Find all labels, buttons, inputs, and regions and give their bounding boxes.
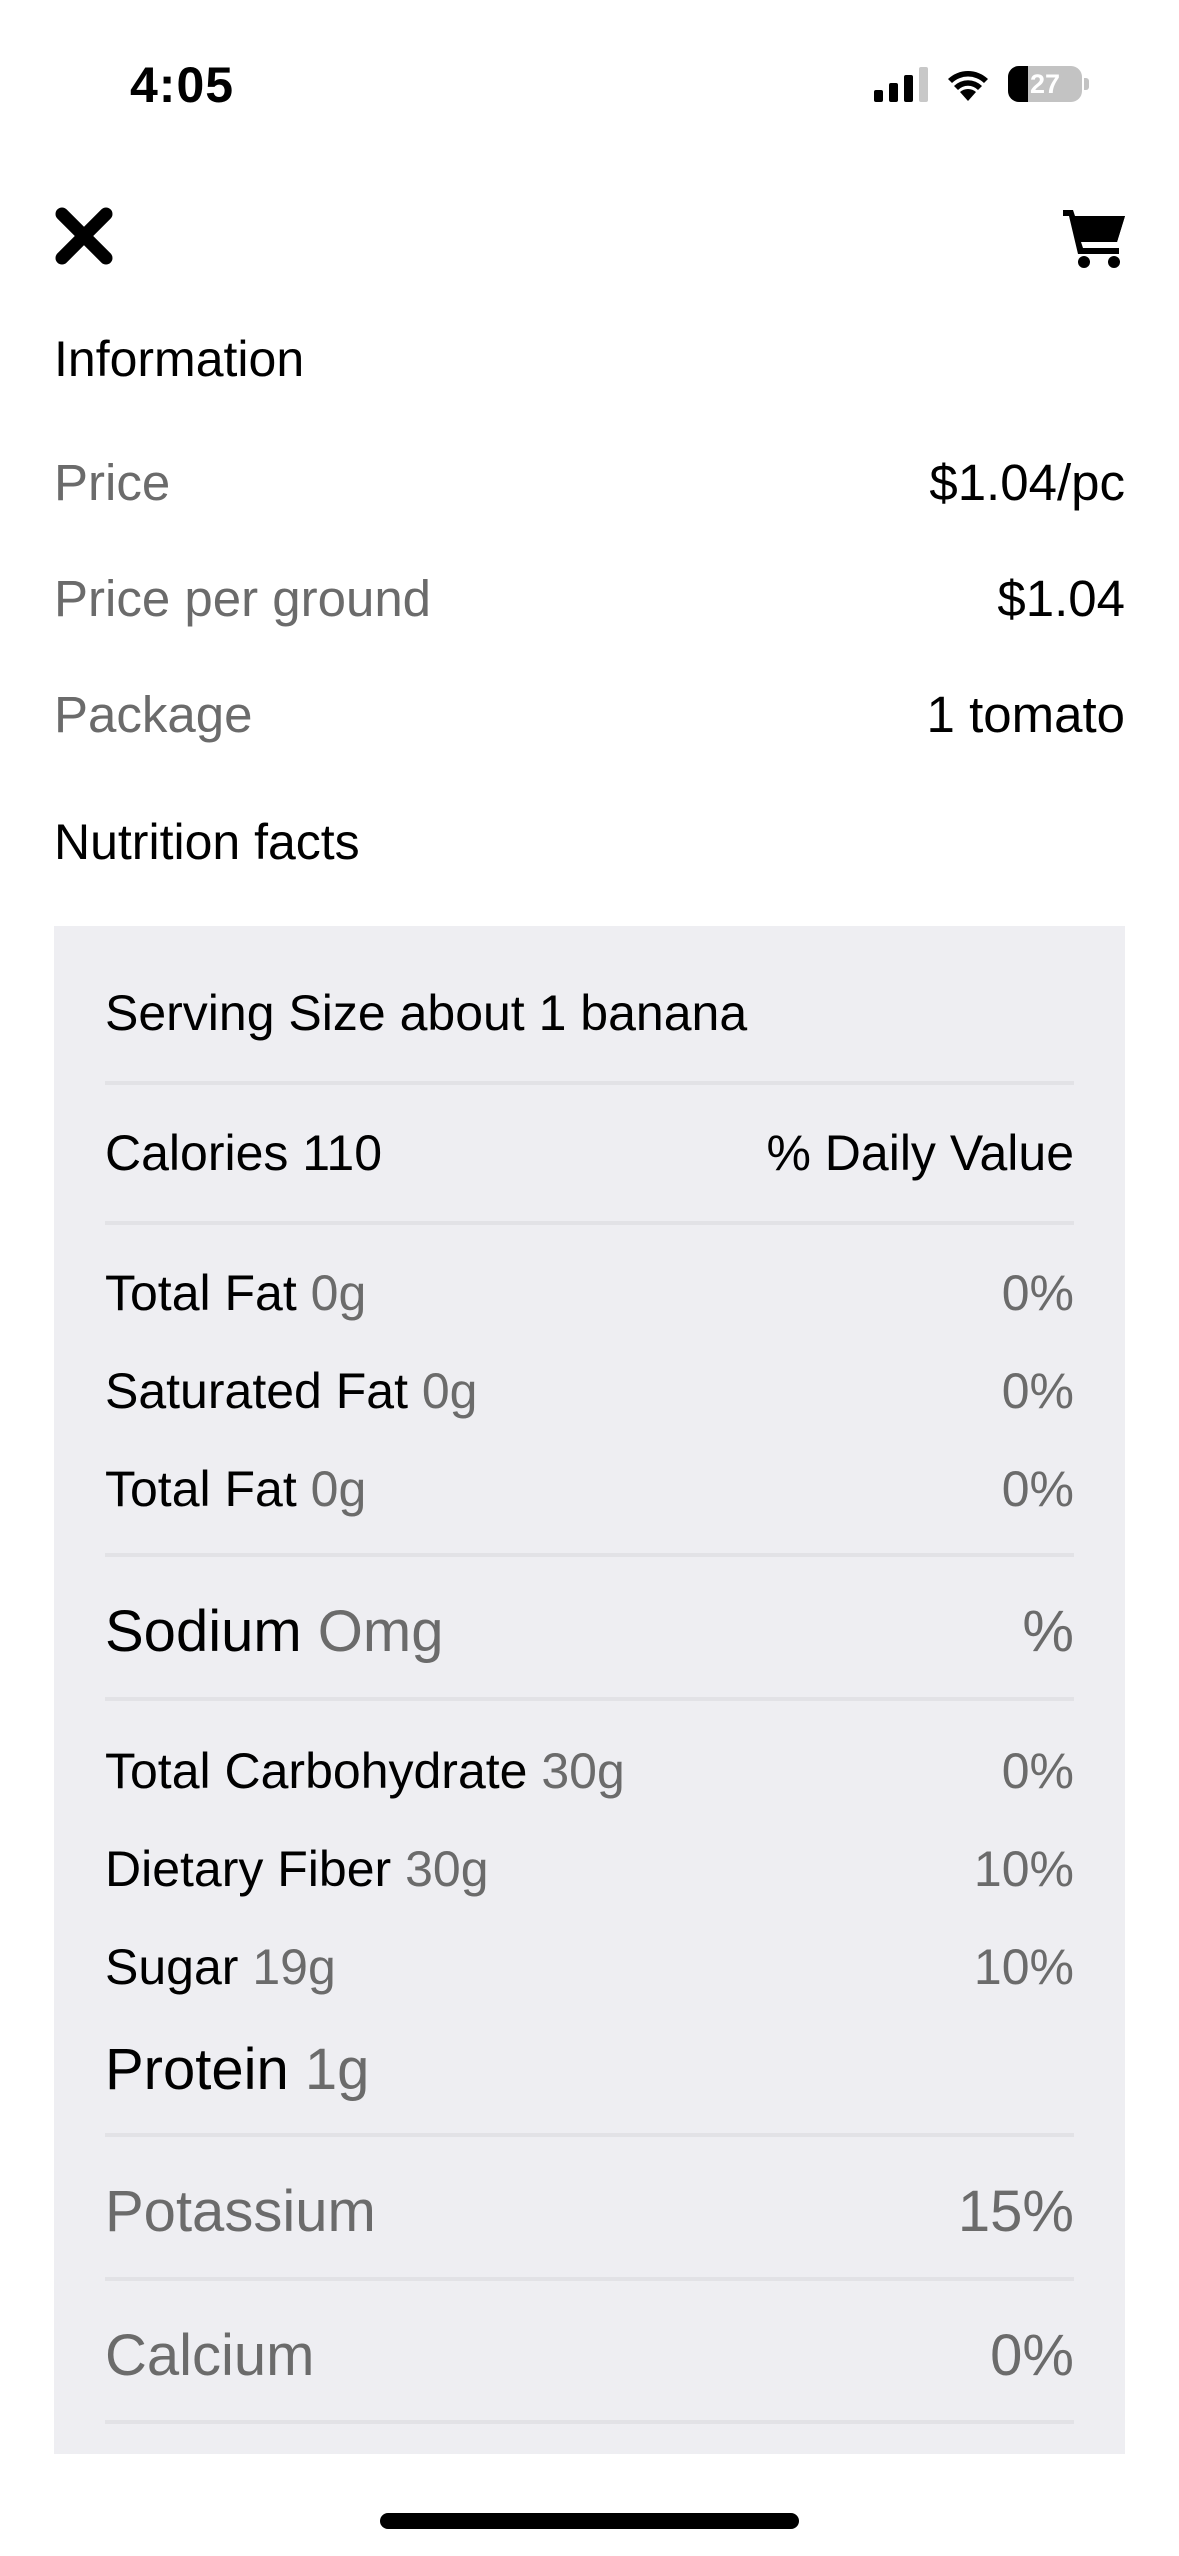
- nutrient-amount: 1g: [304, 2036, 370, 2102]
- divider: [105, 2133, 1074, 2137]
- divider: [105, 1221, 1074, 1225]
- nutrition-title: Nutrition facts: [54, 814, 360, 870]
- nutrient-percent: 0%: [1001, 1363, 1074, 1419]
- info-label: Price: [54, 453, 171, 511]
- nutrient-amount: 0g: [310, 1265, 367, 1321]
- nutrient-name: Protein: [105, 2036, 289, 2102]
- daily-value-header: % Daily Value: [766, 1125, 1074, 1181]
- info-row-package: Package 1 tomato: [54, 679, 1125, 749]
- mineral-row: Calcium 0%: [105, 2315, 1074, 2395]
- info-value: $1.04/pc: [929, 453, 1125, 511]
- protein-row: Protein 1g: [105, 2029, 1074, 2109]
- status-bar: 4:05 27: [0, 0, 1179, 160]
- calories-row: Calories 110 % Daily Value: [105, 1118, 1074, 1188]
- nutrient-name: Sodium: [105, 1598, 302, 1664]
- calories: Calories 110: [105, 1125, 383, 1181]
- divider: [105, 1697, 1074, 1701]
- close-button[interactable]: [54, 206, 114, 266]
- nutrient-amount: 30g: [541, 1743, 625, 1799]
- info-value: 1 tomato: [926, 685, 1125, 743]
- nutrient-amount: Omg: [317, 1598, 444, 1664]
- nutrient-amount: 0g: [421, 1363, 478, 1419]
- divider: [105, 1081, 1074, 1085]
- sodium-row: Sodium Omg %: [105, 1591, 1074, 1671]
- information-title: Information: [54, 331, 305, 387]
- info-label: Price per ground: [54, 569, 432, 627]
- mineral-percent: 0%: [990, 2322, 1074, 2388]
- nutrient-name: Dietary Fiber: [105, 1841, 392, 1897]
- status-icons: 27: [874, 66, 1089, 102]
- nutrient-percent: 0%: [1001, 1461, 1074, 1517]
- nutrient-percent: 10%: [973, 1841, 1074, 1897]
- nutrition-panel: Serving Size about 1 banana Calories 110…: [54, 926, 1125, 2454]
- cart-icon: [1063, 210, 1125, 268]
- cellular-signal-icon: [874, 66, 928, 102]
- home-indicator[interactable]: [380, 2513, 799, 2529]
- divider: [105, 2420, 1074, 2424]
- status-time: 4:05: [130, 57, 235, 113]
- nutrient-name: Total Carbohydrate: [105, 1743, 528, 1799]
- nutrient-percent: 0%: [1001, 1265, 1074, 1321]
- info-row-price-per-ground: Price per ground $1.04: [54, 563, 1125, 633]
- battery-tip: [1084, 78, 1089, 90]
- mineral-name: Calcium: [105, 2322, 315, 2388]
- nutrient-amount: 19g: [252, 1939, 336, 1995]
- nutrient-row: Dietary Fiber 30g 10%: [105, 1834, 1074, 1904]
- nutrient-percent: 10%: [973, 1939, 1074, 1995]
- nutrient-row: Total Carbohydrate 30g 0%: [105, 1736, 1074, 1806]
- nutrient-row: Total Fat 0g 0%: [105, 1258, 1074, 1328]
- nutrient-name: Saturated Fat: [105, 1363, 408, 1419]
- nutrient-row: Saturated Fat 0g 0%: [105, 1356, 1074, 1426]
- mineral-row: Potassium 15%: [105, 2171, 1074, 2251]
- info-label: Package: [54, 685, 253, 743]
- wifi-icon: [948, 71, 988, 101]
- divider: [105, 1553, 1074, 1557]
- nutrient-percent: %: [1022, 1598, 1074, 1664]
- serving-size-row: Serving Size about 1 banana: [105, 978, 1074, 1048]
- cart-button[interactable]: [1061, 204, 1127, 268]
- battery-level: 27: [1029, 68, 1061, 99]
- close-x-icon: [55, 207, 113, 265]
- nutrient-name: Sugar: [105, 1939, 239, 1995]
- battery-icon: 27: [1008, 66, 1082, 102]
- nutrient-row: Total Fat 0g 0%: [105, 1454, 1074, 1524]
- nutrient-row: Sugar 19g 10%: [105, 1932, 1074, 2002]
- nutrient-name: Total Fat: [105, 1461, 297, 1517]
- nutrient-amount: 0g: [310, 1461, 367, 1517]
- serving-size: Serving Size about 1 banana: [105, 985, 748, 1041]
- nutrient-amount: 30g: [405, 1841, 489, 1897]
- info-value: $1.04: [997, 569, 1125, 627]
- nutrient-percent: 0%: [1001, 1743, 1074, 1799]
- mineral-name: Potassium: [105, 2178, 376, 2244]
- info-row-price: Price $1.04/pc: [54, 447, 1125, 517]
- divider: [105, 2277, 1074, 2281]
- nutrient-name: Total Fat: [105, 1265, 297, 1321]
- mineral-percent: 15%: [957, 2178, 1074, 2244]
